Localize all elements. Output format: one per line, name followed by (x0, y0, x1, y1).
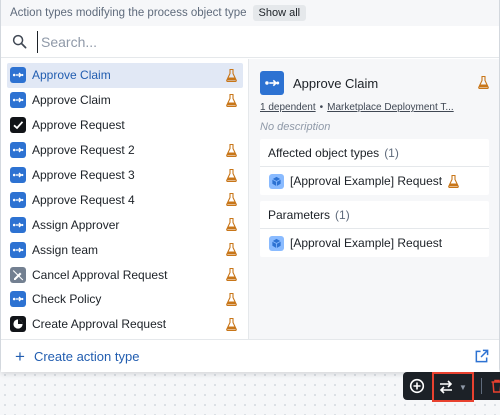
flask-icon (226, 69, 237, 82)
list-item-label: Approve Request 2 (32, 143, 135, 158)
meta-separator: • (319, 102, 324, 113)
list-item-label: Approve Claim (32, 68, 111, 83)
flask-icon (226, 317, 237, 331)
add-circle-icon (409, 378, 425, 394)
deployment-link[interactable]: Marketplace Deployment T... (327, 102, 454, 113)
detail-meta: 1 dependent • Marketplace Deployment T..… (260, 102, 489, 113)
action-icon (10, 142, 26, 159)
action-icon (10, 92, 26, 109)
parameter-label: [Approval Example] Request (290, 236, 443, 250)
search-input[interactable] (37, 30, 477, 53)
header-label: Action types modifying the process objec… (10, 7, 247, 19)
card-count: (1) (384, 145, 399, 160)
object-type-row[interactable]: [Approval Example] Request (260, 167, 489, 195)
popover-header: Action types modifying the process objec… (1, 0, 499, 26)
detail-panel: Approve Claim 1 dependent • Marketplace … (249, 59, 499, 339)
swap-arrows-icon (439, 380, 453, 394)
dependents-link[interactable]: 1 dependent (260, 102, 316, 113)
list-item[interactable]: Create Approval Request (7, 312, 243, 337)
plus-icon: + (15, 346, 25, 366)
check-icon (10, 117, 26, 134)
parameters-card: Parameters (1) [Approval Example] Reques… (260, 201, 489, 257)
flask-icon (448, 174, 459, 188)
cube-icon (269, 235, 284, 251)
list-item-label: Create Approval Request (32, 317, 167, 332)
list-item[interactable]: Approve Request 2 (7, 138, 243, 163)
list-item-label: Approve Request (32, 118, 125, 133)
create-action-type-button[interactable]: Create action type (34, 349, 140, 364)
list-item-label: Approve Request 3 (32, 168, 135, 182)
edit-off-icon (10, 266, 26, 283)
list-item[interactable]: Approve Claim (7, 63, 243, 88)
show-all-button[interactable]: Show all (252, 5, 307, 21)
list-item[interactable]: Approve Request 4 (7, 187, 243, 212)
list-item[interactable]: Approve Request 3 (7, 163, 243, 188)
toolbar-divider (481, 378, 482, 394)
list-item-label: Assign Approver (32, 217, 120, 232)
list-item-label: Approve Request 4 (32, 192, 135, 207)
list-item-label: Assign team (32, 242, 99, 257)
card-count: (1) (335, 207, 350, 222)
flask-icon (226, 193, 237, 207)
parameter-row[interactable]: [Approval Example] Request (260, 229, 489, 257)
action-icon (10, 191, 26, 208)
flask-icon (226, 93, 237, 107)
list-item[interactable]: Approve Request (7, 113, 243, 138)
caret-down-icon: ▼ (459, 382, 467, 392)
object-type-label: [Approval Example] Request (290, 174, 443, 188)
list-item-label: Cancel Approval Request (32, 267, 168, 282)
flask-icon (226, 168, 237, 182)
search-icon (12, 34, 27, 49)
action-icon (260, 71, 284, 95)
add-button[interactable] (403, 372, 431, 400)
affected-object-types-card: Affected object types (1) [Approval Exam… (260, 139, 489, 195)
flask-icon (226, 243, 237, 257)
description: No description (260, 121, 331, 133)
action-types-popover: Action types modifying the process objec… (0, 0, 500, 372)
flask-icon (226, 268, 237, 282)
flask-icon (478, 76, 489, 89)
action-type-list: Approve Claim Approve Claim Approve Requ… (1, 59, 249, 339)
list-item[interactable]: Approve Claim (7, 88, 243, 113)
search-bar (1, 26, 499, 58)
list-item[interactable]: Cancel Approval Request (7, 262, 243, 287)
pie-icon (10, 316, 26, 333)
action-icon (10, 167, 26, 183)
list-item[interactable]: Assign Approver (7, 212, 243, 237)
popover-footer: + Create action type (1, 339, 499, 372)
external-link-icon[interactable] (474, 349, 489, 364)
action-icon (10, 241, 26, 258)
flask-icon (226, 218, 237, 232)
action-icon (10, 291, 26, 308)
list-item-label: Approve Claim (32, 93, 111, 108)
swap-dropdown-button[interactable]: ▼ (432, 372, 474, 402)
list-item[interactable]: Assign team (7, 237, 243, 262)
trash-icon[interactable] (489, 378, 500, 394)
flask-icon (226, 143, 237, 157)
detail-title: Approve Claim (293, 75, 379, 91)
flask-icon (226, 293, 237, 307)
action-icon (10, 67, 26, 84)
canvas-toolbar: ▼ (403, 372, 500, 402)
action-icon (10, 216, 26, 233)
list-item-label: Check Policy (32, 292, 102, 307)
card-title: Affected object types (268, 145, 380, 160)
list-item[interactable]: Check Policy (7, 287, 243, 312)
cube-icon (269, 173, 284, 189)
card-title: Parameters (268, 207, 331, 222)
